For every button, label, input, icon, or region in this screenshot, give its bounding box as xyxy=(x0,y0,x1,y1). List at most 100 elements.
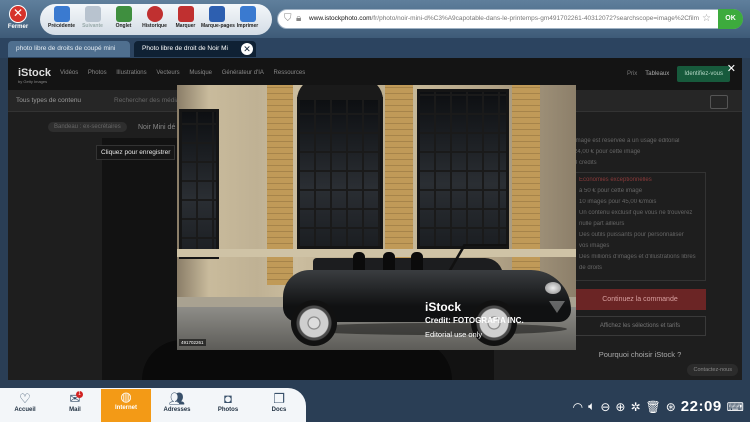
credits-line: 3 crédits xyxy=(574,160,597,166)
view-plans-button[interactable]: Affichez les sélections et tarifs xyxy=(574,316,706,336)
url-text[interactable]: www.istockphoto.com/fr/photo/noir-mini-d… xyxy=(309,15,709,22)
back-label: Précédente xyxy=(48,23,75,29)
close-button[interactable]: ✕ Fermer xyxy=(2,2,34,36)
offer-line: de droits xyxy=(579,265,603,271)
nav-resources[interactable]: Ressources xyxy=(274,70,306,76)
nav-ai-generator[interactable]: Générateur d'IA xyxy=(222,70,264,76)
editorial-note: Image est réservée à un usage éditorial xyxy=(574,138,680,144)
boards-link[interactable]: Tableaux xyxy=(645,71,669,77)
breadcrumb[interactable]: Bandeau : ex-secrétaires xyxy=(48,122,127,132)
rear-wheel xyxy=(291,300,337,346)
continue-order-button[interactable]: Continuez la commande xyxy=(574,289,706,310)
system-tray: ◠ 🔈︎ ⊖ ⊕ ✲ 🗑︎ ⊛ 22:09 ⌨ xyxy=(573,398,744,415)
dock-label: Adresses xyxy=(163,407,191,413)
watermark-credit: Credit: FOTOGRAFIA INC. xyxy=(425,316,524,325)
nav-music[interactable]: Musique xyxy=(189,70,212,76)
web-content: iStock by Getty Images Vidéos Photos Illu… xyxy=(8,58,742,380)
headlight xyxy=(545,282,561,294)
page-title: Noir Mini dé xyxy=(138,124,176,131)
modal-close-icon[interactable]: ✕ xyxy=(727,62,736,75)
documents-icon: ❐ xyxy=(273,391,285,406)
back-button[interactable]: Précédente xyxy=(46,4,77,35)
tab-bar: photo libre de droits de coupé mini Phot… xyxy=(0,38,750,58)
settings-icon[interactable]: ✲ xyxy=(630,400,640,414)
nav-menu: Vidéos Photos Illustrations Vecteurs Mus… xyxy=(60,70,313,76)
print-button[interactable]: Imprimer xyxy=(232,4,263,35)
shield-icon: ⛉ xyxy=(284,13,292,24)
offer-line: Un contenu exclusif que vous ne trouvere… xyxy=(579,210,693,216)
nav-right: Prix Tableaux Identifiez-vous xyxy=(627,66,730,82)
volume-icon[interactable]: 🔈︎ xyxy=(588,399,595,414)
offer-box[interactable]: Économies exceptionnelles à 50 € pour ce… xyxy=(574,172,706,281)
offer-line: à 50 € pour cette image xyxy=(579,188,643,194)
price-line: 24,00 € pour cette image xyxy=(574,149,641,155)
dock-label: Internet xyxy=(114,405,137,411)
dock-label: Photos xyxy=(217,407,239,413)
istock-logo[interactable]: iStock by Getty Images xyxy=(18,67,51,84)
help-icon[interactable]: ⊛ xyxy=(666,400,676,414)
dock-docs[interactable]: ❐ Docs xyxy=(254,391,304,422)
mail-icon: ✉ xyxy=(69,391,81,406)
bookmark-button[interactable]: Marquer xyxy=(170,4,201,35)
forward-button[interactable]: Suivante xyxy=(77,4,108,35)
history-button[interactable]: Historique xyxy=(139,4,170,35)
mail-badge: 1 xyxy=(76,391,83,398)
bookmarks-label: Marque-pages xyxy=(201,23,235,29)
bookmarks-button[interactable]: Marque-pages xyxy=(201,4,235,35)
forward-arrow-icon xyxy=(84,6,101,22)
nav-videos[interactable]: Vidéos xyxy=(60,70,78,76)
search-input[interactable]: Rechercher des médias xyxy=(114,97,183,104)
bookmarks-icon xyxy=(208,6,225,22)
nav-vectors[interactable]: Vecteurs xyxy=(156,70,179,76)
nav-photos[interactable]: Photos xyxy=(88,70,107,76)
offer-line: 10 images pour 45,00 €/mois xyxy=(579,199,657,205)
trash-icon[interactable]: 🗑︎ xyxy=(646,400,661,414)
purchase-panel: Image est réservée à un usage éditorial … xyxy=(574,138,706,359)
dock-internet[interactable]: ◍ Internet xyxy=(101,389,151,422)
pricing-link[interactable]: Prix xyxy=(627,71,637,77)
ok-button[interactable]: OK xyxy=(718,9,743,29)
dock-mail[interactable]: ✉ 1 Mail xyxy=(50,391,100,422)
save-tooltip: Cliquez pour enregistrer xyxy=(96,145,176,160)
address-bar[interactable]: ⛉ 🔒︎ www.istockphoto.com/fr/photo/noir-m… xyxy=(277,9,743,29)
dock-addresses[interactable]: 👥︎ Adresses xyxy=(152,391,202,422)
preview-photo[interactable]: iStock Credit: FOTOGRAFIA INC. Editorial… xyxy=(177,85,576,350)
keyboard-icon[interactable]: ⌨ xyxy=(727,400,744,414)
forward-label: Suivante xyxy=(82,23,103,29)
dock-photos[interactable]: ◘ Photos xyxy=(203,391,253,422)
close-tab-icon[interactable]: ✕ xyxy=(241,43,253,55)
tab-noir-mini[interactable]: Photo libre de droit de Noir Mi ✕ xyxy=(134,41,256,57)
star-icon[interactable]: ☆ xyxy=(702,13,711,24)
signin-button[interactable]: Identifiez-vous xyxy=(677,66,730,82)
offer-line: Des millions d'images et d'illustrations… xyxy=(579,254,696,260)
wifi-icon[interactable]: ◠ xyxy=(573,400,583,414)
nav-illustrations[interactable]: Illustrations xyxy=(116,70,146,76)
car-seat xyxy=(383,252,395,270)
contact-us-button[interactable]: Contactez-nous xyxy=(687,364,738,376)
offer-line: Économies exceptionnelles xyxy=(579,177,652,183)
image-id: 491702261 xyxy=(179,339,206,346)
dock-label: Accueil xyxy=(14,407,36,413)
search-by-image-icon[interactable] xyxy=(710,95,728,109)
home-heart-icon: ♡ xyxy=(19,391,31,406)
new-tab-button[interactable]: Onglet xyxy=(108,4,139,35)
tab-coupe-mini[interactable]: photo libre de droits de coupé mini xyxy=(8,41,130,57)
window xyxy=(417,89,509,249)
volume-down-icon[interactable]: ⊖ xyxy=(600,400,610,414)
tool-group: Précédente Suivante Onglet Historique Ma… xyxy=(40,4,272,35)
dock-home[interactable]: ♡ Accueil xyxy=(0,391,50,422)
close-icon: ✕ xyxy=(9,5,27,23)
why-istock-heading: Pourquoi choisir iStock ? xyxy=(598,350,682,359)
watermark-brand: iStock xyxy=(425,300,462,314)
globe-icon: ◍ xyxy=(120,389,132,404)
bookmark-label: Marquer xyxy=(175,23,196,29)
camera-icon: ◘ xyxy=(224,391,232,406)
new-tab-label: Onglet xyxy=(115,23,132,29)
content-type-select[interactable]: Tous types de contenu xyxy=(16,97,81,104)
back-arrow-icon xyxy=(53,6,70,22)
print-label: Imprimer xyxy=(236,23,259,29)
watermark-editorial: Editorial use only xyxy=(425,330,483,339)
window xyxy=(297,85,383,249)
volume-up-icon[interactable]: ⊕ xyxy=(615,400,625,414)
lock-icon: 🔒︎ xyxy=(296,13,302,24)
